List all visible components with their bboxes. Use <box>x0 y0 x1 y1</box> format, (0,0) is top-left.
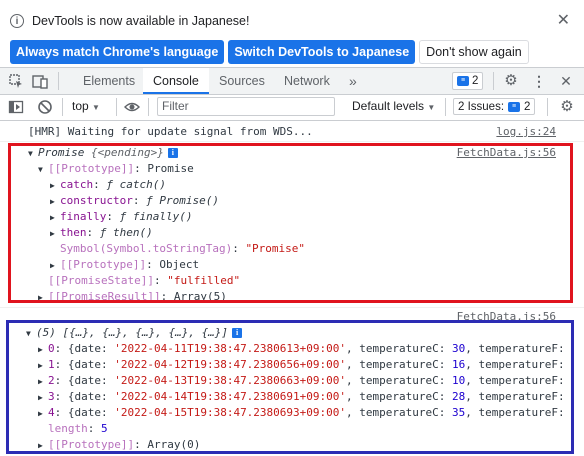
console-toolbar: top ▼ Filter Default levels ▼ 2 Issues: … <box>0 95 584 121</box>
more-tabs-button[interactable]: » <box>349 68 357 94</box>
highlight-box-promise <box>8 143 573 303</box>
hmr-message: [HMR] Waiting for update signal from WDS… <box>28 125 313 138</box>
switch-language-button[interactable]: Switch DevTools to Japanese <box>228 40 416 64</box>
filter-input[interactable]: Filter <box>157 97 335 116</box>
log-source-link[interactable]: log.js:24 <box>496 124 556 140</box>
infobar-buttons: Always match Chrome's language Switch De… <box>10 40 529 64</box>
console-settings-gear-icon[interactable]: ⚙ <box>559 99 575 115</box>
message-icon: ≡ <box>457 76 469 86</box>
info-icon: i <box>10 14 24 28</box>
messages-badge[interactable]: ≡ 2 <box>452 72 484 90</box>
more-options-icon[interactable]: ⋮ <box>531 73 547 89</box>
tab-elements[interactable]: Elements <box>83 68 135 94</box>
settings-gear-icon[interactable]: ⚙ <box>503 73 519 89</box>
infobar-message: DevTools is now available in Japanese! <box>32 14 250 28</box>
tab-network[interactable]: Network <box>284 68 330 94</box>
messages-count: 2 <box>472 75 479 87</box>
chevron-down-icon: ▼ <box>92 103 100 112</box>
match-language-button[interactable]: Always match Chrome's language <box>10 40 225 64</box>
issues-label: 2 Issues: <box>458 100 505 113</box>
language-infobar: i DevTools is now available in Japanese!… <box>0 0 584 68</box>
infobar-message-row: i DevTools is now available in Japanese! <box>10 14 250 28</box>
issue-message-icon: ≡ <box>508 101 521 112</box>
tab-console[interactable]: Console <box>143 68 209 94</box>
devtools-tabbar: Elements Console Sources Network » ≡ 2 ⚙… <box>0 68 584 95</box>
live-expression-eye-icon[interactable] <box>124 99 140 115</box>
device-toolbar-icon[interactable] <box>32 73 48 89</box>
chevron-down-icon: ▼ <box>427 103 436 112</box>
issues-count: 2 <box>524 100 531 113</box>
context-selector[interactable]: top ▼ <box>72 99 100 113</box>
highlight-box-array <box>6 320 574 454</box>
context-label: top <box>72 99 89 113</box>
console-message: [HMR] Waiting for update signal from WDS… <box>0 124 584 140</box>
clear-console-icon[interactable] <box>37 99 53 115</box>
log-levels-dropdown[interactable]: Default levels ▼ <box>352 99 435 113</box>
close-devtools-icon[interactable]: ✕ <box>558 73 574 89</box>
sidebar-toggle-icon[interactable] <box>8 99 24 115</box>
inspect-element-icon[interactable] <box>8 73 24 89</box>
dont-show-again-button[interactable]: Don't show again <box>419 40 529 64</box>
close-icon[interactable]: ✕ <box>557 10 570 30</box>
levels-label: Default levels <box>352 99 425 113</box>
tab-sources[interactable]: Sources <box>219 68 265 94</box>
issues-button[interactable]: 2 Issues: ≡ 2 <box>453 98 536 115</box>
